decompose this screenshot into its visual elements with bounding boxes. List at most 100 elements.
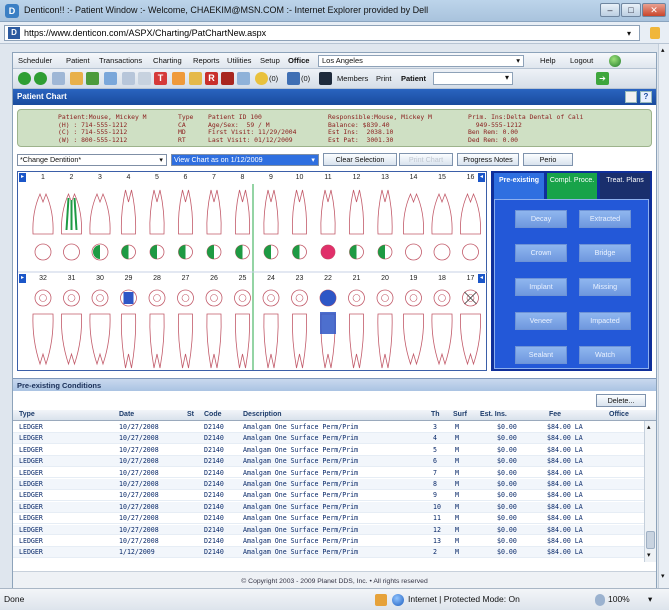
table-row[interactable]: LEDGER 10/27/2008 D2140 Amalgam One Surface… xyxy=(13,479,644,490)
back-icon[interactable] xyxy=(18,72,31,85)
col-tooth[interactable]: Th xyxy=(431,411,440,418)
col-fee[interactable]: Fee xyxy=(549,411,561,418)
tooth-14[interactable] xyxy=(402,192,425,261)
tooth-19[interactable] xyxy=(402,289,425,366)
tooth-3[interactable] xyxy=(89,192,111,261)
select-upper-icon[interactable]: ▸ xyxy=(19,173,26,182)
sealant-button[interactable]: Sealant xyxy=(515,346,567,364)
menu-setup[interactable]: Setup xyxy=(260,56,280,65)
tooth-number-4[interactable]: 4 xyxy=(120,174,138,181)
lock-icon[interactable] xyxy=(650,27,660,39)
tooth-number-14[interactable]: 14 xyxy=(405,174,423,181)
col-type[interactable]: Type xyxy=(19,411,35,418)
clock-icon[interactable] xyxy=(237,72,250,85)
tooth-number-16[interactable]: 16 xyxy=(462,174,480,181)
ledger-icon[interactable]: T xyxy=(154,72,167,85)
print-link[interactable]: Print xyxy=(376,74,391,83)
tooth-number-23[interactable]: 23 xyxy=(291,275,309,282)
tooth-5[interactable] xyxy=(149,189,165,260)
progress-notes-button[interactable]: Progress Notes xyxy=(457,153,519,166)
close-button[interactable]: ✕ xyxy=(642,3,666,17)
calculator-icon[interactable] xyxy=(172,72,185,85)
tooth-number-1[interactable]: 1 xyxy=(34,174,52,181)
tooth-number-19[interactable]: 19 xyxy=(405,275,423,282)
tooth-20[interactable] xyxy=(376,289,394,369)
tooth-9[interactable] xyxy=(263,189,279,260)
tooth-number-25[interactable]: 25 xyxy=(234,275,252,282)
rx-icon[interactable]: R xyxy=(205,72,218,85)
patient-search-dropdown[interactable]: ▾ xyxy=(433,72,513,85)
view-chart-date-select[interactable]: View Chart as on 1/12/2009 ▾ xyxy=(171,154,319,166)
tooth-number-18[interactable]: 18 xyxy=(433,275,451,282)
tooth-number-22[interactable]: 22 xyxy=(319,275,337,282)
tooth-18[interactable] xyxy=(431,289,453,366)
tooth-10[interactable] xyxy=(291,189,308,260)
image-icon[interactable] xyxy=(104,72,117,85)
menu-patient[interactable]: Patient xyxy=(66,56,90,65)
tooth-1[interactable] xyxy=(32,192,54,261)
tooth-26[interactable] xyxy=(205,289,223,369)
tooth-8[interactable] xyxy=(234,189,251,260)
menu-logout[interactable]: Logout xyxy=(570,56,593,65)
tooth-number-24[interactable]: 24 xyxy=(262,275,280,282)
col-status[interactable]: St xyxy=(187,411,194,418)
col-description[interactable]: Description xyxy=(243,411,282,418)
document-icon[interactable] xyxy=(122,72,135,85)
tooth-number-28[interactable]: 28 xyxy=(148,275,166,282)
tooth-number-17[interactable]: 17 xyxy=(462,275,480,282)
table-row[interactable]: LEDGER 10/27/2008 D2140 Amalgam One Surface… xyxy=(13,456,644,467)
col-office[interactable]: Office xyxy=(609,411,629,418)
tooth-number-27[interactable]: 27 xyxy=(177,275,195,282)
extracted-button[interactable]: Extracted xyxy=(579,210,631,228)
tooth-32[interactable] xyxy=(32,289,54,366)
menu-charting[interactable]: Charting xyxy=(153,56,182,65)
maximize-button[interactable]: □ xyxy=(621,3,641,17)
forward-icon[interactable] xyxy=(34,72,47,85)
globe-icon[interactable] xyxy=(609,55,621,67)
tooth-13[interactable] xyxy=(377,189,393,260)
table-row[interactable]: LEDGER 10/27/2008 D2140 Amalgam One Surface… xyxy=(13,501,644,513)
table-row[interactable]: LEDGER 10/27/2008 D2140 Amalgam One Surface… xyxy=(13,422,644,433)
tooth-number-10[interactable]: 10 xyxy=(291,174,309,181)
watch-button[interactable]: Watch xyxy=(579,346,631,364)
tooth-2[interactable] xyxy=(60,192,83,261)
decay-button[interactable]: Decay xyxy=(515,210,567,228)
security-zone[interactable]: Internet | Protected Mode: On xyxy=(408,594,520,604)
tooth-11[interactable] xyxy=(320,189,336,260)
table-row[interactable]: LEDGER 10/27/2008 D2140 Amalgam One Surface… xyxy=(13,468,644,479)
missing-button[interactable]: Missing xyxy=(579,278,631,296)
tooth-29[interactable] xyxy=(120,289,137,369)
tooth-number-20[interactable]: 20 xyxy=(376,275,394,282)
tooth-17[interactable] xyxy=(459,289,482,366)
office-select[interactable]: Los Angeles ▾ xyxy=(318,55,524,67)
tooth-number-7[interactable]: 7 xyxy=(205,174,223,181)
home-icon[interactable] xyxy=(70,72,83,85)
tooth-4[interactable] xyxy=(120,189,137,260)
scroll-thumb[interactable] xyxy=(646,531,655,549)
tooth-21[interactable] xyxy=(348,289,365,369)
tooth-number-9[interactable]: 9 xyxy=(262,174,280,181)
tooth-number-12[interactable]: 12 xyxy=(348,174,366,181)
table-row[interactable]: LEDGER 10/27/2008 D2140 Amalgam One Surface… xyxy=(13,445,644,456)
scroll-up-icon[interactable]: ▴ xyxy=(647,423,651,431)
print-chart-button[interactable]: Print Chart xyxy=(399,153,453,166)
tooth-15[interactable] xyxy=(431,192,453,261)
members-icon[interactable] xyxy=(319,72,332,85)
scroll-down-icon[interactable]: ▾ xyxy=(661,572,665,580)
smiley-icon[interactable] xyxy=(255,72,268,85)
tooth-number-3[interactable]: 3 xyxy=(91,174,109,181)
select-lower-icon[interactable]: ▸ xyxy=(19,274,26,283)
col-date[interactable]: Date xyxy=(119,411,134,418)
tooth-22[interactable] xyxy=(319,289,337,369)
table-row[interactable]: LEDGER 10/27/2008 D2140 Amalgam One Surface… xyxy=(13,536,644,547)
implant-button[interactable]: Implant xyxy=(515,278,567,296)
menu-utilities[interactable]: Utilities xyxy=(227,56,251,65)
alert-icon[interactable] xyxy=(221,72,234,85)
tab-pre-existing[interactable]: Pre-existing xyxy=(494,173,544,199)
clear-selection-button[interactable]: Clear Selection xyxy=(323,153,397,166)
page-icon[interactable] xyxy=(138,72,151,85)
note-icon[interactable] xyxy=(189,72,202,85)
col-surface[interactable]: Surf xyxy=(453,411,467,418)
scroll-up-icon[interactable]: ▴ xyxy=(661,46,665,54)
zoom-level[interactable]: 100% xyxy=(608,594,630,604)
